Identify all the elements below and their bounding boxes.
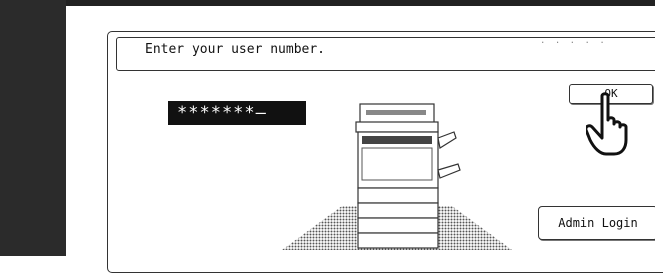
admin-login-label: Admin Login: [558, 216, 638, 230]
pointing-hand-icon: [586, 92, 628, 156]
input-cursor: —: [255, 103, 267, 123]
masked-user-number: *******: [177, 103, 256, 123]
top-bar: [0, 0, 663, 6]
prompt-message: Enter your user number.: [145, 42, 326, 57]
copier-machine-icon: [282, 103, 512, 250]
admin-login-button[interactable]: Admin Login: [538, 206, 658, 240]
left-side-bar: [0, 0, 66, 256]
message-box-dots: . . . . .: [540, 36, 607, 46]
right-edge: [655, 0, 663, 256]
